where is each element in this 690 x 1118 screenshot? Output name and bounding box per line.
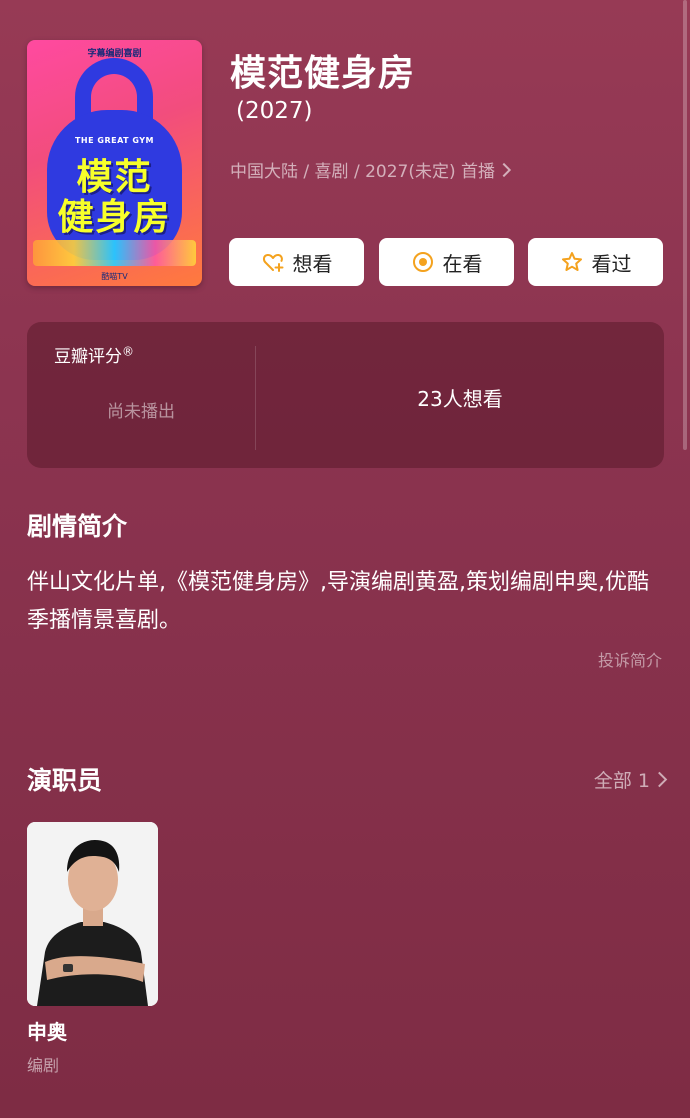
show-title: 模范健身房	[230, 53, 416, 94]
cast-all-link[interactable]: 全部 1	[593, 766, 668, 793]
watching-button[interactable]: 在看	[379, 238, 514, 286]
cast-member-role: 编剧	[27, 1056, 60, 1075]
heart-plus-icon	[261, 250, 285, 274]
show-meta-link[interactable]: 中国大陆 / 喜剧 / 2027(未定) 首播	[230, 157, 512, 182]
synopsis-text: 伴山文化片单,《模范健身房》,导演编剧黄盈,策划编剧申奥,优酷季播情景喜剧。	[27, 570, 649, 633]
rating-label-text: 豆瓣评分	[54, 347, 122, 367]
star-icon	[560, 250, 584, 274]
want-to-watch-button[interactable]: 想看	[229, 238, 364, 286]
show-meta-text: 中国大陆 / 喜剧 / 2027(未定) 首播	[230, 162, 496, 182]
rating-status: 尚未播出	[107, 402, 175, 422]
show-year: (2027)	[236, 98, 313, 124]
cast-all-label: 全部 1	[593, 770, 650, 792]
chevron-right-icon	[651, 771, 668, 788]
poster-title-line2: 健身房	[57, 197, 172, 238]
douban-rating-label: 豆瓣评分®	[54, 342, 134, 367]
watched-label: 看过	[591, 251, 632, 276]
poster-bottom-text: 酷喵TV	[101, 272, 128, 281]
person-avatar-illustration	[27, 822, 158, 1006]
synopsis-heading: 剧情简介	[27, 512, 128, 541]
watched-button[interactable]: 看过	[528, 238, 663, 286]
complain-synopsis-link[interactable]: 投诉简介	[598, 647, 662, 671]
wish-count: 23人想看	[417, 387, 503, 411]
cast-member-photo[interactable]	[27, 822, 158, 1006]
registered-mark: ®	[122, 344, 134, 359]
rating-card[interactable]: 豆瓣评分® 尚未播出 23人想看	[27, 322, 664, 468]
chevron-right-icon	[496, 162, 512, 178]
cast-heading: 演职员	[27, 766, 103, 795]
show-poster[interactable]: 字幕编剧喜剧 THE GREAT GYM 模范 健身房 酷喵TV	[27, 40, 202, 286]
cast-member-name[interactable]: 申奥	[27, 1016, 67, 1045]
scrollbar[interactable]	[683, 0, 687, 450]
poster-subtitle: THE GREAT GYM	[74, 136, 155, 145]
poster-figures-graphic	[33, 240, 196, 266]
target-circle-icon	[411, 250, 435, 274]
watching-label: 在看	[442, 251, 483, 276]
want-to-watch-label: 想看	[292, 251, 333, 276]
